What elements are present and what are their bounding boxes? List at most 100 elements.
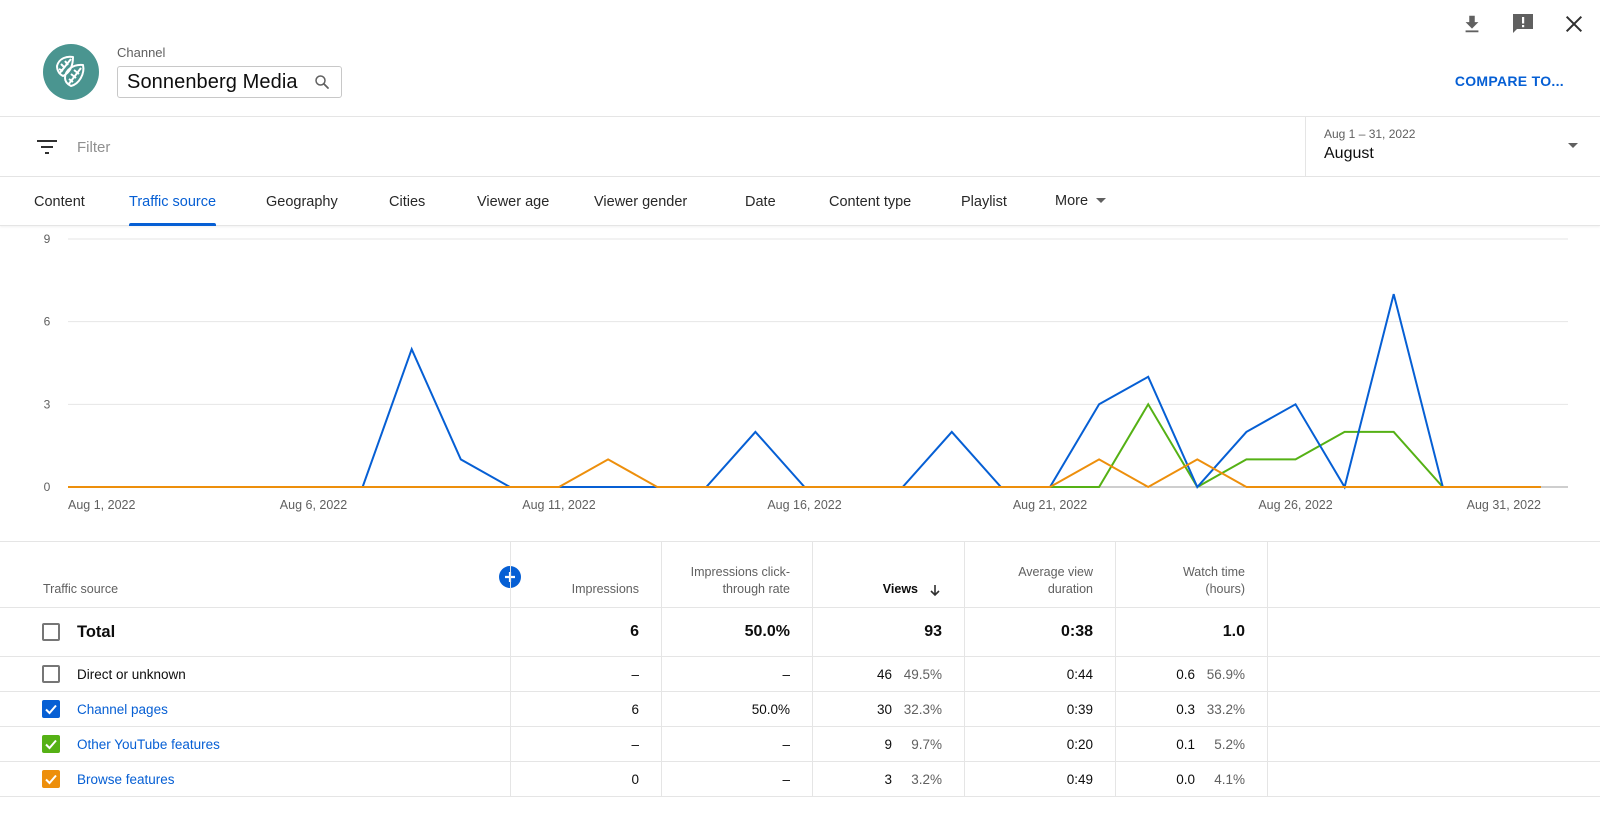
- column-divider: [1267, 542, 1268, 607]
- row-checkbox[interactable]: [42, 665, 60, 683]
- row-checkbox[interactable]: [42, 700, 60, 718]
- compare-to-button[interactable]: COMPARE TO...: [1455, 73, 1564, 89]
- traffic-source-name[interactable]: Channel pages: [77, 702, 168, 717]
- data-point[interactable]: [62, 481, 74, 493]
- x-tick-label: Aug 16, 2022: [767, 498, 841, 512]
- data-point[interactable]: [1142, 481, 1154, 493]
- data-point[interactable]: [1142, 371, 1154, 383]
- data-point[interactable]: [1290, 481, 1302, 493]
- table-row: Direct or unknown – – 46 49.5% 0:44 0.6 56.9%: [0, 657, 1600, 692]
- close-button[interactable]: [1562, 12, 1586, 36]
- close-icon: [1565, 15, 1583, 33]
- data-point[interactable]: [406, 343, 418, 355]
- data-point[interactable]: [1240, 426, 1252, 438]
- column-header-label: Watch time (hours): [1182, 565, 1245, 596]
- data-point[interactable]: [1486, 481, 1498, 493]
- cell-value: –: [782, 736, 790, 752]
- column-header-traffic-source[interactable]: Traffic source: [0, 542, 260, 607]
- total-label: Total: [77, 622, 116, 641]
- data-point[interactable]: [995, 481, 1007, 493]
- feedback-button[interactable]: [1511, 12, 1535, 36]
- data-point[interactable]: [1339, 481, 1351, 493]
- data-point[interactable]: [1290, 453, 1302, 465]
- data-point[interactable]: [455, 453, 467, 465]
- date-range-dropdown[interactable]: Aug 1 – 31, 2022 August: [1305, 117, 1600, 176]
- data-point[interactable]: [1093, 453, 1105, 465]
- data-point[interactable]: [848, 481, 860, 493]
- data-point[interactable]: [700, 481, 712, 493]
- data-point[interactable]: [357, 481, 369, 493]
- search-icon[interactable]: [313, 73, 331, 91]
- filter-icon[interactable]: [36, 137, 58, 157]
- data-point[interactable]: [602, 481, 614, 493]
- tab-viewer-gender[interactable]: Viewer gender: [594, 177, 687, 226]
- x-tick-label: Aug 21, 2022: [1013, 498, 1087, 512]
- cell-value: 50.0%: [744, 623, 790, 640]
- tab-label: Geography: [266, 193, 338, 210]
- data-point[interactable]: [749, 426, 761, 438]
- data-point[interactable]: [1290, 398, 1302, 410]
- data-point[interactable]: [553, 481, 565, 493]
- tab-label: Traffic source: [129, 193, 217, 210]
- tab-content[interactable]: Content: [34, 177, 85, 226]
- data-point[interactable]: [1191, 453, 1203, 465]
- cell-value: 0:49: [1066, 771, 1093, 787]
- filter-input[interactable]: [77, 136, 677, 158]
- data-point[interactable]: [897, 481, 909, 493]
- data-point[interactable]: [111, 481, 123, 493]
- data-point[interactable]: [946, 426, 958, 438]
- tab-traffic-source[interactable]: Traffic source: [129, 177, 217, 226]
- download-button[interactable]: [1460, 12, 1484, 36]
- cell-avg-duration: 0:39: [964, 692, 1115, 726]
- data-point[interactable]: [749, 481, 761, 493]
- data-point[interactable]: [455, 481, 467, 493]
- data-point[interactable]: [1191, 481, 1203, 493]
- data-point[interactable]: [651, 481, 663, 493]
- data-point[interactable]: [1142, 398, 1154, 410]
- tab-viewer-age[interactable]: Viewer age: [477, 177, 549, 226]
- data-point[interactable]: [308, 481, 320, 493]
- column-header-impressions[interactable]: Impressions: [510, 542, 661, 607]
- tab-geography[interactable]: Geography: [266, 177, 338, 226]
- data-point[interactable]: [504, 481, 516, 493]
- data-point[interactable]: [1339, 426, 1351, 438]
- data-point[interactable]: [1388, 426, 1400, 438]
- column-header-avg-view-duration[interactable]: Average view duration: [964, 542, 1115, 607]
- views-line-chart: 0 3 6 9 Aug 1, 2022 Aug 6, 2022 Aug 11, 2022 Au…: [0, 226, 1600, 541]
- data-point[interactable]: [799, 481, 811, 493]
- data-point[interactable]: [1437, 481, 1449, 493]
- data-point[interactable]: [1535, 481, 1547, 493]
- data-point[interactable]: [209, 481, 221, 493]
- traffic-source-name[interactable]: Browse features: [77, 772, 175, 787]
- tab-playlist[interactable]: Playlist: [961, 177, 1007, 226]
- column-header-views[interactable]: Views: [812, 542, 964, 607]
- channel-selector[interactable]: Sonnenberg Media: [117, 66, 342, 98]
- tab-cities[interactable]: Cities: [389, 177, 425, 226]
- data-point[interactable]: [1093, 398, 1105, 410]
- data-point[interactable]: [1093, 481, 1105, 493]
- data-point[interactable]: [1388, 481, 1400, 493]
- tab-more[interactable]: More: [1055, 176, 1107, 225]
- x-tick-label: Aug 6, 2022: [280, 498, 347, 512]
- data-point[interactable]: [946, 481, 958, 493]
- data-point[interactable]: [160, 481, 172, 493]
- data-point[interactable]: [1388, 288, 1400, 300]
- cell-value: 9: [884, 736, 892, 752]
- data-point[interactable]: [1240, 481, 1252, 493]
- feedback-icon: [1513, 14, 1533, 33]
- data-point[interactable]: [258, 481, 270, 493]
- row-checkbox[interactable]: [42, 735, 60, 753]
- data-point[interactable]: [1240, 453, 1252, 465]
- data-point[interactable]: [406, 481, 418, 493]
- column-header-ctr[interactable]: Impressions click-through rate: [661, 542, 812, 607]
- traffic-source-cell: Browse features: [0, 762, 510, 796]
- data-point[interactable]: [1044, 481, 1056, 493]
- tab-content-type[interactable]: Content type: [829, 177, 911, 226]
- data-point[interactable]: [602, 453, 614, 465]
- row-checkbox[interactable]: [42, 770, 60, 788]
- traffic-source-name[interactable]: Other YouTube features: [77, 737, 220, 752]
- tab-date[interactable]: Date: [745, 177, 776, 226]
- series-line-channel-pages[interactable]: [68, 293, 1541, 490]
- column-header-watch-time[interactable]: Watch time (hours): [1115, 542, 1267, 607]
- row-checkbox[interactable]: [42, 623, 60, 641]
